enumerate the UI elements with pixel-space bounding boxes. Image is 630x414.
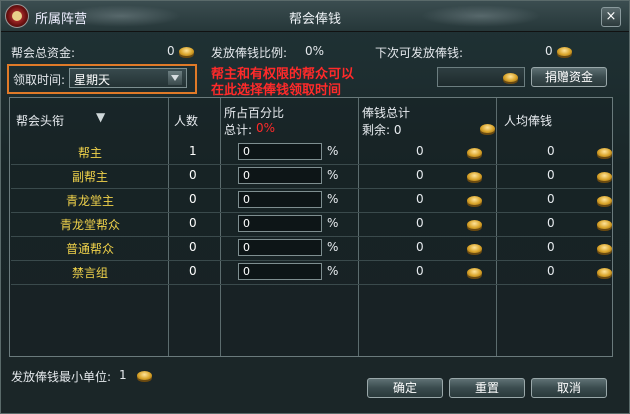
member-count: 0	[189, 216, 197, 230]
table-row: 副帮主 0 0 % 0 0	[11, 164, 612, 189]
salary-table: 帮会头衔 ▼ 人数 所占百分比 总计: 0% 俸钱总计 剩余: 0 人均俸钱 帮…	[9, 97, 613, 357]
rank-name: 青龙堂主	[65, 194, 114, 208]
gold-coin-icon	[597, 220, 612, 229]
percent-sign: %	[327, 168, 339, 182]
percent-input[interactable]: 0	[238, 191, 322, 208]
gold-coin-icon	[467, 268, 482, 277]
percent-sign: %	[327, 144, 339, 158]
donate-amount-field[interactable]	[437, 67, 525, 87]
gold-coin-icon	[467, 148, 482, 157]
avg-value: 0	[547, 216, 555, 230]
header-salary: 俸钱总计	[362, 106, 411, 120]
gold-coin-icon	[467, 172, 482, 181]
salary-value: 0	[416, 240, 424, 254]
window-title: 帮会俸钱	[288, 12, 341, 27]
avg-value: 0	[547, 144, 555, 158]
member-count: 0	[189, 240, 197, 254]
table-row: 青龙堂主 0 0 % 0 0	[11, 188, 612, 213]
header-percent: 所占百分比	[224, 106, 285, 120]
percent-input[interactable]: 0	[238, 167, 322, 184]
min-unit-label: 发放俸钱最小单位:	[11, 370, 112, 384]
gold-coin-icon	[503, 73, 518, 82]
rank-name: 青龙堂帮众	[59, 218, 120, 232]
gold-coin-icon	[178, 47, 194, 56]
claim-time-value: 星期天	[74, 73, 111, 87]
header-total-value: 0%	[256, 121, 276, 135]
gold-coin-icon	[467, 220, 482, 229]
chevron-down-icon[interactable]	[168, 71, 182, 85]
total-funds-label: 帮会总资金:	[11, 46, 76, 60]
ratio-value: 0%	[305, 44, 325, 58]
percent-sign: %	[327, 240, 339, 254]
member-count: 0	[189, 264, 197, 278]
confirm-button[interactable]: 确定	[367, 378, 443, 398]
member-count: 0	[189, 192, 197, 206]
salary-value: 0	[416, 216, 424, 230]
rank-name: 禁言组	[71, 266, 108, 280]
gold-coin-icon	[136, 371, 152, 380]
header-rank: 帮会头衔	[16, 114, 65, 128]
table-row: 普通帮众 0 0 % 0 0	[11, 236, 612, 261]
gold-coin-icon	[597, 148, 612, 157]
table-row: 禁言组 0 0 % 0 0	[11, 260, 612, 285]
rank-name: 副帮主	[71, 170, 108, 184]
sort-icon[interactable]: ▼	[96, 110, 105, 124]
gold-coin-icon	[597, 172, 612, 181]
cancel-button[interactable]: 取消	[531, 378, 607, 398]
annotation-line-2: 在此选择俸钱领取时间	[211, 83, 342, 98]
percent-input[interactable]: 0	[238, 215, 322, 232]
header-count: 人数	[174, 114, 199, 128]
header-remaining: 剩余: 0	[362, 123, 402, 137]
salary-value: 0	[416, 192, 424, 206]
salary-value: 0	[416, 168, 424, 182]
close-button[interactable]: ×	[601, 7, 621, 27]
member-count: 1	[189, 144, 197, 158]
salary-value: 0	[416, 264, 424, 278]
avg-value: 0	[547, 264, 555, 278]
rank-name: 帮主	[77, 146, 102, 160]
gold-coin-icon	[597, 244, 612, 253]
percent-input[interactable]: 0	[238, 143, 322, 160]
next-salary-value: 0	[545, 44, 572, 58]
percent-input[interactable]: 0	[238, 263, 322, 280]
percent-sign: %	[327, 192, 339, 206]
gold-coin-icon	[556, 47, 572, 56]
claim-time-select[interactable]: 星期天	[69, 68, 187, 88]
table-row: 青龙堂帮众 0 0 % 0 0	[11, 212, 612, 237]
ratio-label: 发放俸钱比例:	[211, 46, 288, 60]
gold-coin-icon	[480, 124, 495, 133]
title-bar[interactable]: 所属阵营 帮会俸钱 ×	[1, 1, 629, 32]
table-row: 帮主 1 0 % 0 0	[11, 140, 612, 165]
donate-button[interactable]: 捐赠资金	[531, 67, 607, 87]
next-salary-label: 下次可发放俸钱:	[375, 46, 464, 60]
avg-value: 0	[547, 168, 555, 182]
header-total-label: 总计:	[224, 123, 253, 137]
avg-value: 0	[547, 192, 555, 206]
gold-coin-icon	[467, 196, 482, 205]
total-funds-value: 0	[167, 44, 194, 58]
salary-value: 0	[416, 144, 424, 158]
percent-input[interactable]: 0	[238, 239, 322, 256]
rank-name: 普通帮众	[65, 242, 114, 256]
member-count: 0	[189, 168, 197, 182]
gold-coin-icon	[597, 196, 612, 205]
reset-button[interactable]: 重置	[449, 378, 525, 398]
avg-value: 0	[547, 240, 555, 254]
guild-salary-window: 所属阵营 帮会俸钱 × 帮会总资金: 0 发放俸钱比例: 0% 下次可发放俸钱:…	[0, 0, 630, 414]
percent-sign: %	[327, 264, 339, 278]
header-avg: 人均俸钱	[504, 114, 553, 128]
gold-coin-icon	[467, 244, 482, 253]
claim-time-label: 领取时间:	[13, 73, 66, 87]
min-unit-value: 1	[119, 368, 152, 382]
percent-sign: %	[327, 216, 339, 230]
gold-coin-icon	[597, 268, 612, 277]
